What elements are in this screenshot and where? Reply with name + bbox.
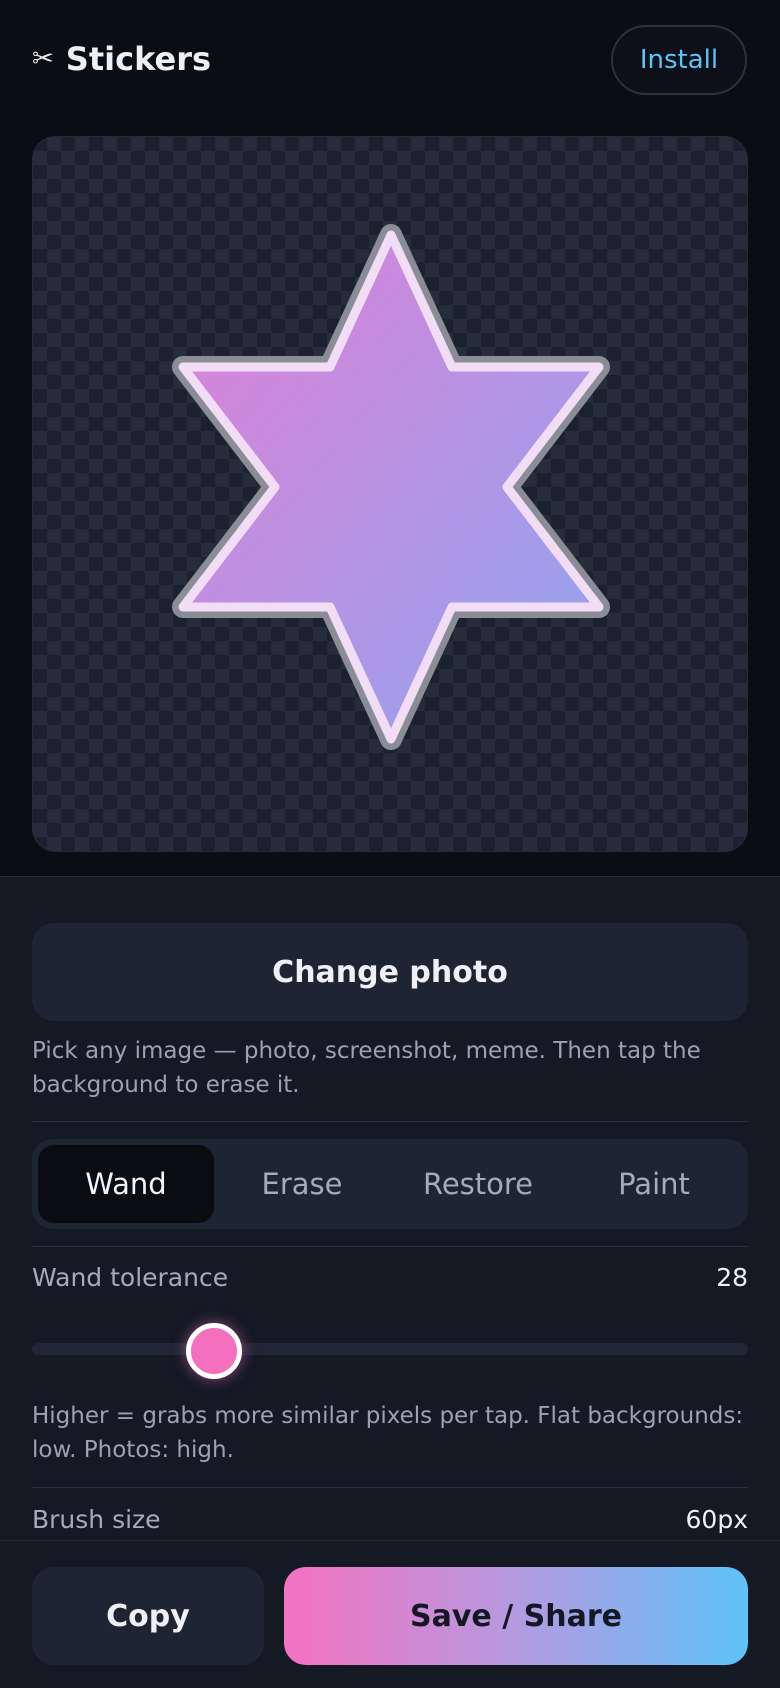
wand-tolerance-hint: Higher = grabs more similar pixels per t… (32, 1403, 744, 1463)
tool-tabs: Wand Erase Restore Paint (32, 1139, 748, 1229)
tab-erase[interactable]: Erase (214, 1145, 390, 1223)
header: ✂ Stickers Install (0, 0, 780, 118)
tab-restore[interactable]: Restore (390, 1145, 566, 1223)
wand-tolerance-value: 28 (716, 1263, 748, 1292)
brush-size-label: Brush size (32, 1505, 161, 1534)
divider (32, 1121, 748, 1122)
scissors-icon: ✂ (32, 44, 54, 74)
tab-wand[interactable]: Wand (38, 1145, 214, 1223)
brand: ✂ Stickers (32, 40, 211, 78)
change-photo-hint: Pick any image — photo, screenshot, meme… (32, 1038, 701, 1098)
wand-tolerance-slider-thumb[interactable] (186, 1323, 242, 1379)
divider (32, 1487, 748, 1488)
sticker-preview (172, 224, 610, 750)
action-bar: Copy Save / Share (0, 1540, 780, 1688)
tab-paint[interactable]: Paint (566, 1145, 742, 1223)
divider (32, 1246, 748, 1247)
install-button[interactable]: Install (611, 25, 747, 95)
save-share-button[interactable]: Save / Share (284, 1567, 748, 1665)
star-sticker (172, 224, 610, 750)
app-root: ✂ Stickers Install Change photo Pick any… (0, 0, 780, 1688)
wand-tolerance-label: Wand tolerance (32, 1263, 229, 1292)
change-photo-button[interactable]: Change photo (32, 923, 748, 1021)
brush-size-value: 60px (685, 1505, 748, 1534)
sticker-canvas[interactable] (32, 136, 748, 852)
wand-tolerance-slider[interactable] (32, 1343, 748, 1355)
copy-button[interactable]: Copy (32, 1567, 264, 1665)
app-title: Stickers (65, 40, 212, 78)
